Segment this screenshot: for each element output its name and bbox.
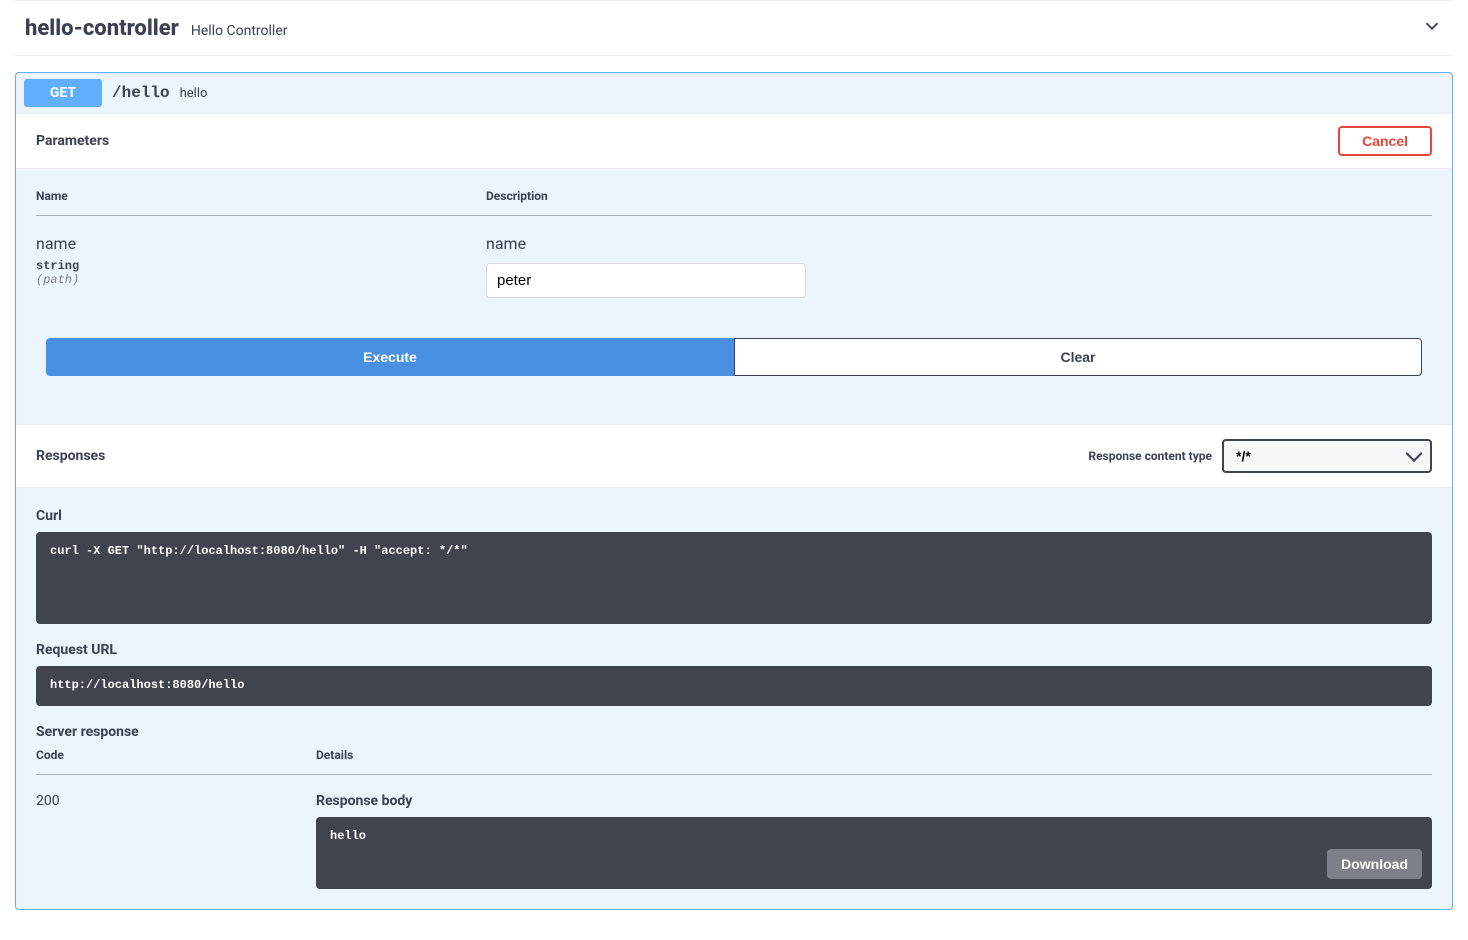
code-header: Code: [36, 748, 316, 775]
parameters-table: Name Description name string (path) name: [36, 189, 1432, 298]
parameters-title: Parameters: [36, 133, 109, 149]
param-name: name: [36, 234, 486, 253]
content-type-label: Response content type: [1088, 449, 1212, 463]
responses-header-right: Response content type */*: [1088, 439, 1432, 473]
download-button[interactable]: Download: [1327, 849, 1422, 879]
content-type-select-wrap: */*: [1222, 439, 1432, 473]
response-body-text: hello: [330, 829, 366, 843]
chevron-down-icon: [1421, 15, 1443, 41]
http-method-badge: GET: [24, 79, 102, 107]
param-value-input[interactable]: [486, 263, 806, 298]
execute-button[interactable]: Execute: [46, 338, 734, 376]
tag-header-left: hello-controller Hello Controller: [25, 16, 288, 41]
request-url-label: Request URL: [36, 642, 1432, 658]
details-header: Details: [316, 748, 1432, 775]
response-table: Code Details 200 Response body hello Dow…: [36, 748, 1432, 889]
execute-button-row: Execute Clear: [46, 338, 1422, 376]
operation-summary-text: hello: [180, 86, 208, 101]
server-response-label: Server response: [36, 724, 1432, 740]
result-body: Curl curl -X GET "http://localhost:8080/…: [16, 488, 1452, 909]
param-type: string: [36, 259, 486, 273]
response-body-label: Response body: [316, 793, 1432, 809]
tag-description: Hello Controller: [191, 23, 288, 39]
curl-label: Curl: [36, 508, 1432, 524]
responses-title: Responses: [36, 448, 105, 464]
param-desc-header: Description: [486, 189, 1432, 216]
parameters-body: Name Description name string (path) name: [16, 169, 1452, 396]
tag-header[interactable]: hello-controller Hello Controller: [15, 0, 1453, 56]
param-in: (path): [36, 273, 486, 287]
operation-summary[interactable]: GET /hello hello: [16, 73, 1452, 113]
clear-button[interactable]: Clear: [734, 338, 1422, 376]
response-body-block: hello Download: [316, 817, 1432, 889]
curl-block: curl -X GET "http://localhost:8080/hello…: [36, 532, 1432, 624]
response-row: 200 Response body hello Download: [36, 775, 1432, 890]
request-url-block: http://localhost:8080/hello: [36, 666, 1432, 706]
operation-block: GET /hello hello Parameters Cancel Name …: [15, 72, 1453, 910]
parameters-header: Parameters Cancel: [16, 113, 1452, 169]
operation-path: /hello: [112, 84, 170, 102]
responses-header: Responses Response content type */*: [16, 424, 1452, 488]
response-code: 200: [36, 775, 316, 890]
parameter-row: name string (path) name: [36, 216, 1432, 299]
tag-title: hello-controller: [25, 16, 179, 41]
param-description: name: [486, 234, 1432, 253]
cancel-button[interactable]: Cancel: [1338, 126, 1432, 156]
param-name-header: Name: [36, 189, 486, 216]
content-type-select[interactable]: */*: [1222, 439, 1432, 473]
